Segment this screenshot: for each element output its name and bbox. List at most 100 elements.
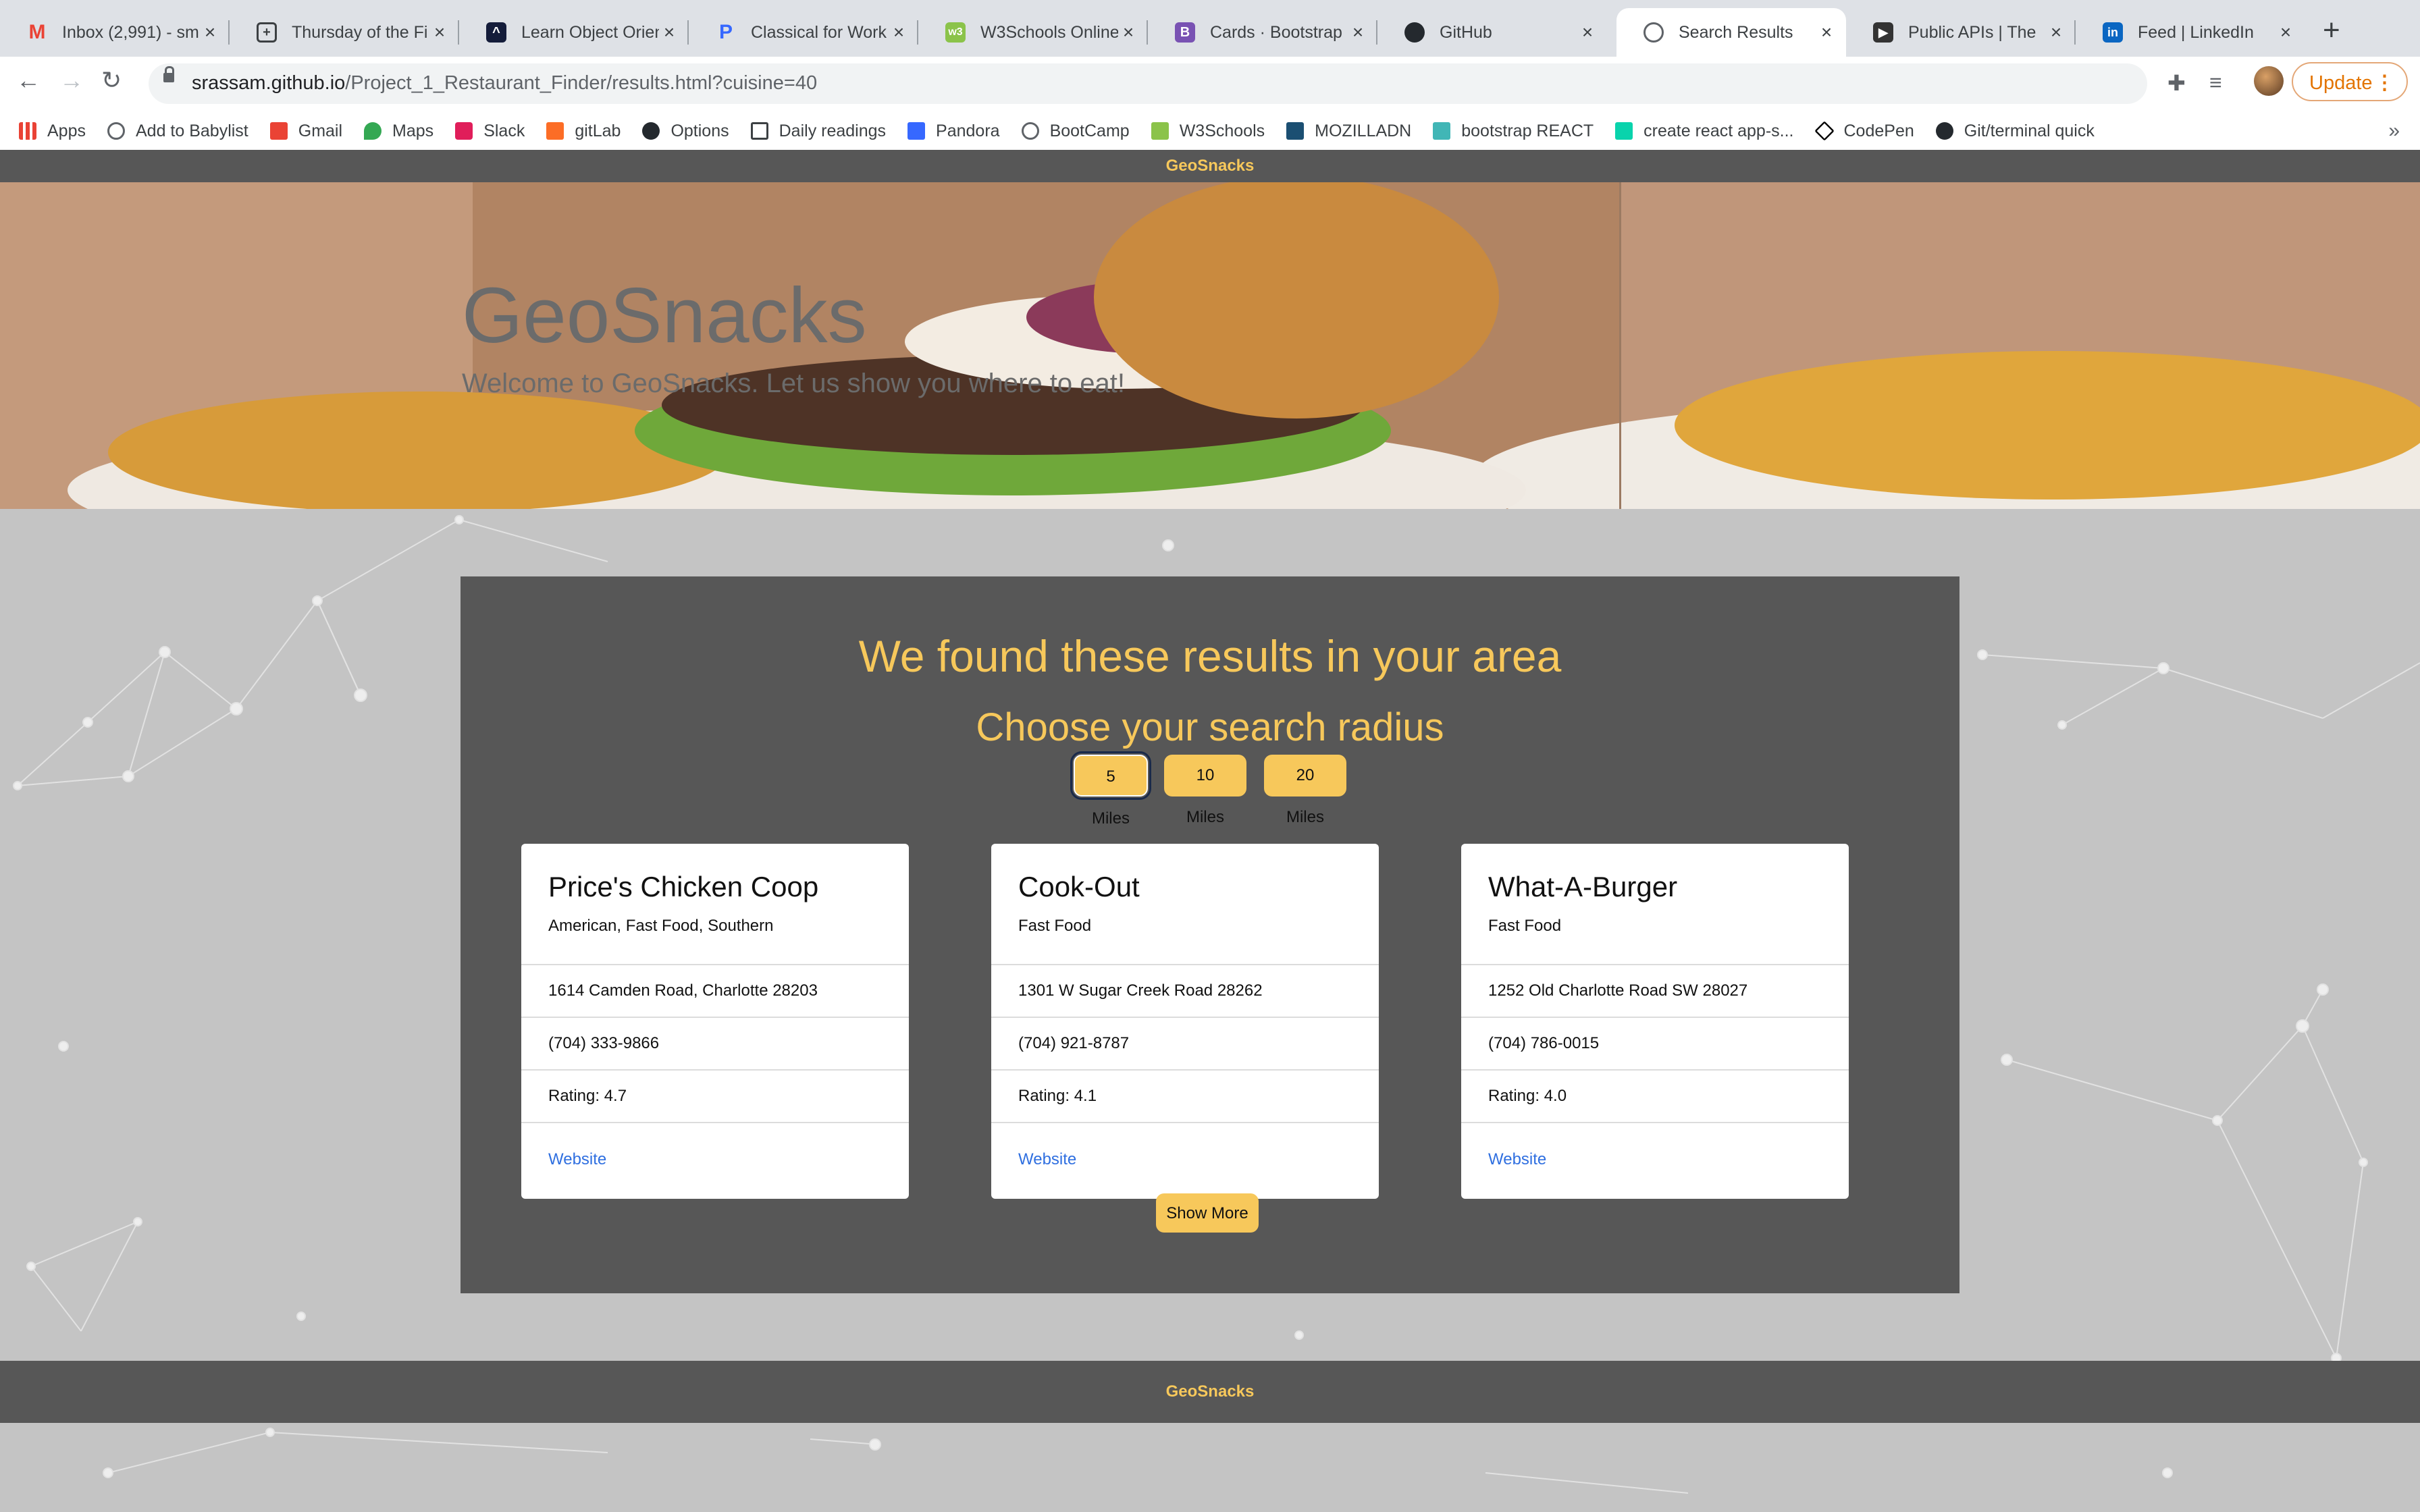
bookmark-create-react-app[interactable]: create react app-s... [1615,122,1794,141]
globe-icon [1643,22,1664,43]
bookmarks-overflow-icon[interactable]: » [2388,119,2400,142]
browser-toolbar: ← → ↻ srassam.github.io/Project_1_Restau… [0,57,2420,161]
bookmark-bootstrap-react[interactable]: bootstrap REACT [1433,122,1594,141]
close-tab-icon[interactable]: × [1577,22,1598,43]
close-tab-icon[interactable]: × [2046,22,2066,43]
tab-bootstrap-cards[interactable]: B Cards · Bootstrap × [1148,8,1377,57]
bookmark-bootcamp[interactable]: BootCamp [1021,122,1130,141]
forward-arrow-icon[interactable]: → [59,66,84,94]
radius-heading: Choose your search radius [976,705,1444,749]
tab-classical[interactable]: P Classical for Work × [689,8,918,57]
footer-brand: GeoSnacks [1165,1382,1255,1401]
restaurant-cuisine: Fast Food [1018,917,1092,935]
globe-icon [1021,122,1039,140]
results-heading: We found these results in your area [858,631,1562,681]
restaurant-phone: (704) 921-8787 [991,1018,1379,1071]
bookmark-gitlab[interactable]: gitLab [546,122,621,141]
tab-thursday[interactable]: + Thursday of the Fi × [230,8,459,57]
pandora-icon [908,122,926,140]
bootstrap-icon: B [1175,22,1195,43]
hero-banner: GeoSnacks Welcome to GeoSnacks. Let us s… [0,182,2420,509]
restaurant-rating: Rating: 4.7 [521,1071,909,1123]
radius-20-miles-button[interactable]: 20 Miles [1264,755,1346,826]
show-more-button[interactable]: Show More [1156,1193,1259,1233]
restaurant-website-link[interactable]: Website [991,1123,1379,1169]
bookmark-gmail[interactable]: Gmail [269,122,342,141]
restaurant-rating: Rating: 4.0 [1461,1071,1849,1123]
pandora-icon: P [718,21,733,43]
navbar-brand[interactable]: GeoSnacks [1166,157,1255,175]
tab-public-apis[interactable]: ▶ Public APIs | The × [1846,8,2076,57]
close-tab-icon[interactable]: × [1348,22,1368,43]
back-arrow-icon[interactable]: ← [16,66,41,94]
close-tab-icon[interactable]: × [200,22,220,43]
radius-5-miles-button[interactable]: 5 Miles [1070,751,1151,828]
w3schools-icon [1151,122,1169,140]
gmail-icon [269,122,288,140]
reading-list-icon[interactable]: ≡ [2209,70,2222,95]
close-tab-icon[interactable]: × [889,22,909,43]
profile-avatar[interactable] [2254,66,2284,96]
bookmark-codepen[interactable]: CodePen [1814,121,1914,141]
new-tab-button[interactable]: + [2323,14,2340,47]
slack-icon [455,122,473,140]
bookmark-babylist[interactable]: Add to Babylist [107,122,248,141]
close-tab-icon[interactable]: × [659,22,679,43]
bookmark-daily-readings[interactable]: Daily readings [750,122,886,141]
hero-subtitle: Welcome to GeoSnacks. Let us show you wh… [462,369,1125,398]
codecademy-icon: ^ [486,22,506,43]
w3schools-icon: w3 [945,22,966,43]
tab-github[interactable]: GitHub × [1377,8,1607,57]
bookmark-git-terminal[interactable]: Git/terminal quick [1935,122,2095,141]
browser-tab-strip: M Inbox (2,991) - sm × + Thursday of the… [0,0,2420,57]
github-icon [642,122,660,140]
tab-linkedin[interactable]: in Feed | LinkedIn × [2076,8,2305,57]
restaurant-website-link[interactable]: Website [521,1123,909,1169]
extensions-puzzle-icon[interactable]: ✚ [2167,70,2186,96]
tab-inbox[interactable]: M Inbox (2,991) - sm × [0,8,230,57]
public-apis-icon: ▶ [1873,22,1893,43]
tab-learn-oop[interactable]: ^ Learn Object Orien × [459,8,689,57]
restaurant-card: What-A-Burger Fast Food 1252 Old Charlot… [1461,844,1849,1199]
bookmarks-bar: Apps Add to Babylist Gmail Maps Slack gi… [0,112,2420,150]
reload-icon[interactable]: ↻ [101,66,122,94]
close-tab-icon[interactable]: × [2276,22,2296,43]
url-text: srassam.github.io/Project_1_Restaurant_F… [192,72,818,94]
bookmark-maps[interactable]: Maps [364,122,433,141]
restaurant-phone: (704) 786-0015 [1461,1018,1849,1071]
close-tab-icon[interactable]: × [1816,22,1837,43]
restaurant-address: 1614 Camden Road, Charlotte 28203 [521,965,909,1018]
restaurant-name: What-A-Burger [1488,871,1678,902]
radius-10-miles-button[interactable]: 10 Miles [1164,755,1246,826]
grid-cross-icon: + [257,22,277,43]
codepen-icon [1814,121,1835,141]
close-tab-icon[interactable]: × [429,22,450,43]
tab-w3schools[interactable]: w3 W3Schools Online × [918,8,1148,57]
restaurant-name: Cook-Out [1018,871,1140,902]
gmail-icon: M [28,21,46,43]
bookmark-options[interactable]: Options [642,122,729,141]
restaurant-address: 1252 Old Charlotte Road SW 28027 [1461,965,1849,1018]
apps-grid-icon [19,122,36,140]
react-bootstrap-icon [1433,122,1451,140]
globe-icon [107,122,125,140]
github-icon [1404,22,1425,43]
cra-icon [1615,122,1633,140]
restaurant-cuisine: American, Fast Food, Southern [548,917,774,935]
bookmark-apps[interactable]: Apps [19,122,86,141]
bookmark-w3schools[interactable]: W3Schools [1151,122,1265,141]
restaurant-rating: Rating: 4.1 [991,1071,1379,1123]
results-panel: We found these results in your area Choo… [461,576,1959,1293]
update-button[interactable]: Update ⋮ [2292,62,2408,101]
bookmark-mozilladn[interactable]: MOZILLADN [1286,122,1411,141]
restaurant-name: Price's Chicken Coop [548,871,819,902]
tab-search-results[interactable]: Search Results × [1616,8,1846,57]
site-footer: GeoSnacks [0,1361,2420,1423]
hero-title: GeoSnacks [462,271,867,359]
address-bar[interactable]: srassam.github.io/Project_1_Restaurant_F… [149,63,2282,104]
restaurant-website-link[interactable]: Website [1461,1123,1849,1169]
restaurant-card: Price's Chicken Coop American, Fast Food… [521,844,909,1199]
close-tab-icon[interactable]: × [1118,22,1138,43]
bookmark-slack[interactable]: Slack [455,122,525,141]
bookmark-pandora[interactable]: Pandora [908,122,1000,141]
